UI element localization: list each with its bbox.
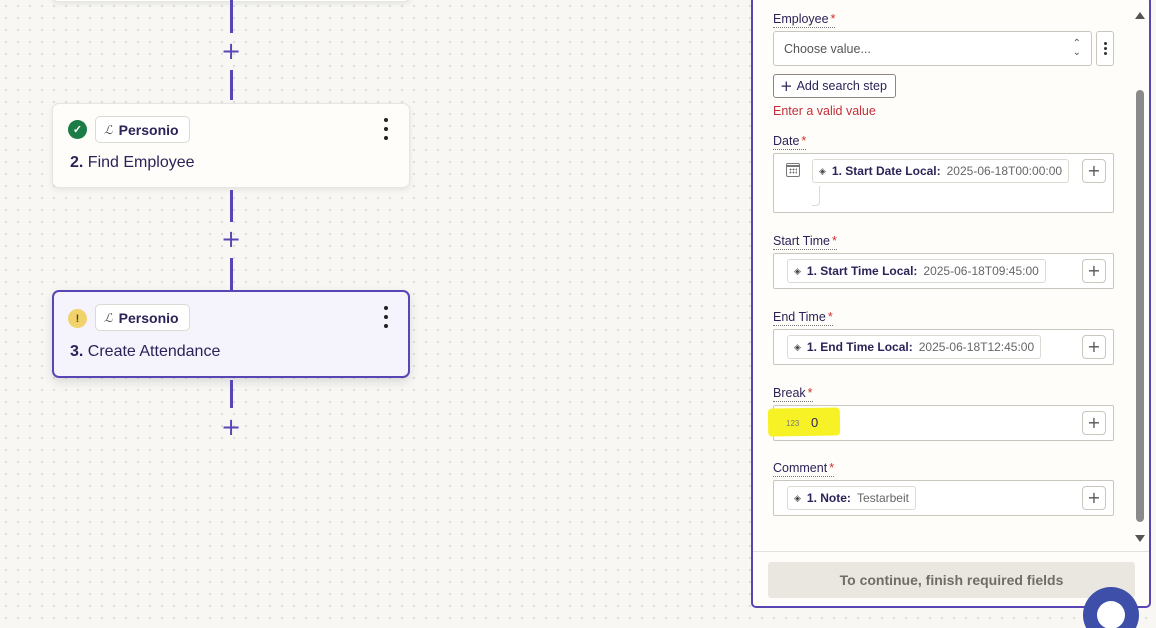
scroll-down-arrow-icon[interactable] bbox=[1135, 535, 1145, 542]
number-type-icon: 123 bbox=[786, 419, 800, 428]
plus-icon: + bbox=[780, 77, 793, 95]
scrollbar-thumb[interactable] bbox=[1136, 90, 1144, 522]
scrollbar[interactable] bbox=[1135, 4, 1145, 550]
add-search-step-button[interactable]: + Add search step bbox=[773, 74, 896, 98]
step-config-panel: Employee * Choose value... ⌃ ⌄ + Add searc… bbox=[751, 0, 1151, 608]
employee-label: Employee * bbox=[773, 12, 836, 28]
break-value: 0 bbox=[811, 415, 819, 430]
employee-placeholder: Choose value... bbox=[784, 42, 871, 56]
step-output-icon: ◈ bbox=[794, 492, 801, 503]
employee-error: Enter a valid value bbox=[773, 104, 876, 118]
date-value-pill[interactable]: ◈ 1. Start Date Local: 2025-06-18T00:00:… bbox=[812, 159, 1070, 183]
step-title: 3. Create Attendance bbox=[70, 343, 220, 361]
step-output-icon: ◈ bbox=[794, 265, 801, 276]
break-insert-data-button[interactable]: + bbox=[1082, 411, 1106, 435]
app-name: Personio bbox=[118, 309, 179, 326]
step-output-icon: ◈ bbox=[794, 341, 801, 352]
continue-button[interactable]: To continue, finish required fields bbox=[768, 562, 1135, 598]
date-field[interactable]: ◈ 1. Start Date Local: 2025-06-18T00:00:… bbox=[773, 153, 1114, 213]
comment-insert-data-button[interactable]: + bbox=[1082, 486, 1106, 510]
calendar-icon bbox=[786, 163, 800, 177]
required-mark: * bbox=[827, 310, 833, 324]
add-search-step-label: Add search step bbox=[796, 79, 887, 93]
start-time-label: Start Time * bbox=[773, 234, 837, 250]
comment-label: Comment * bbox=[773, 461, 835, 477]
connector-line bbox=[230, 190, 233, 222]
app-chip[interactable]: ℒ Personio bbox=[95, 116, 190, 143]
personio-logo-icon: ℒ bbox=[104, 122, 113, 137]
step-number: 3. bbox=[70, 343, 84, 360]
employee-options-button[interactable] bbox=[1096, 31, 1114, 66]
employee-select[interactable]: Choose value... ⌃ ⌄ bbox=[773, 31, 1092, 66]
add-step-button[interactable]: + bbox=[221, 227, 241, 251]
yellow-highlight-mark bbox=[767, 407, 841, 437]
check-circle-icon: ✓ bbox=[68, 120, 87, 139]
add-step-button[interactable]: + bbox=[221, 39, 241, 63]
chevron-up-down-icon: ⌃ ⌄ bbox=[1072, 38, 1081, 58]
required-mark: * bbox=[831, 234, 837, 248]
start-time-field[interactable]: ◈ 1. Start Time Local: 2025-06-18T09:45:… bbox=[773, 253, 1114, 289]
step-menu-button[interactable] bbox=[379, 118, 393, 140]
app-chip[interactable]: ℒ Personio bbox=[95, 304, 190, 331]
comment-value-pill[interactable]: ◈ 1. Note: Testarbeit bbox=[787, 486, 916, 510]
connector-line bbox=[230, 70, 233, 100]
break-field[interactable]: 123 0 + bbox=[767, 405, 1114, 441]
step-name: Find Employee bbox=[87, 154, 195, 171]
step-output-icon: ◈ bbox=[819, 165, 826, 176]
personio-logo-icon: ℒ bbox=[104, 310, 113, 325]
required-mark: * bbox=[801, 134, 807, 148]
required-mark: * bbox=[830, 12, 836, 26]
connector-line bbox=[230, 380, 233, 408]
step-name: Create Attendance bbox=[87, 343, 221, 360]
step-card-find-employee[interactable]: ✓ ℒ Personio 2. Find Employee bbox=[52, 103, 410, 188]
step-title: 2. Find Employee bbox=[70, 154, 195, 172]
end-time-insert-data-button[interactable]: + bbox=[1082, 335, 1106, 359]
step-number: 2. bbox=[70, 154, 84, 171]
step-card-create-attendance[interactable]: ! ℒ Personio 3. Create Attendance bbox=[52, 290, 410, 378]
start-time-insert-data-button[interactable]: + bbox=[1082, 259, 1106, 283]
break-label: Break * bbox=[773, 386, 813, 402]
required-mark: * bbox=[829, 461, 835, 475]
required-mark: * bbox=[807, 386, 813, 400]
connector-line bbox=[230, 258, 233, 290]
end-time-value-pill[interactable]: ◈ 1. End Time Local: 2025-06-18T12:45:00 bbox=[787, 335, 1042, 359]
date-label: Date * bbox=[773, 134, 807, 150]
date-insert-data-button[interactable]: + bbox=[1082, 159, 1106, 183]
connector-line bbox=[230, 0, 233, 33]
add-step-button[interactable]: + bbox=[221, 415, 241, 439]
end-time-field[interactable]: ◈ 1. End Time Local: 2025-06-18T12:45:00… bbox=[773, 329, 1114, 365]
exclamation-circle-icon: ! bbox=[68, 309, 87, 328]
end-time-label: End Time * bbox=[773, 310, 833, 326]
footer-divider bbox=[753, 551, 1149, 552]
app-name: Personio bbox=[118, 121, 179, 138]
step-menu-button[interactable] bbox=[379, 306, 393, 328]
pill-overflow bbox=[812, 186, 820, 206]
start-time-value-pill[interactable]: ◈ 1. Start Time Local: 2025-06-18T09:45:… bbox=[787, 259, 1046, 283]
comment-field[interactable]: ◈ 1. Note: Testarbeit + bbox=[773, 480, 1114, 516]
scroll-up-arrow-icon[interactable] bbox=[1135, 12, 1145, 19]
